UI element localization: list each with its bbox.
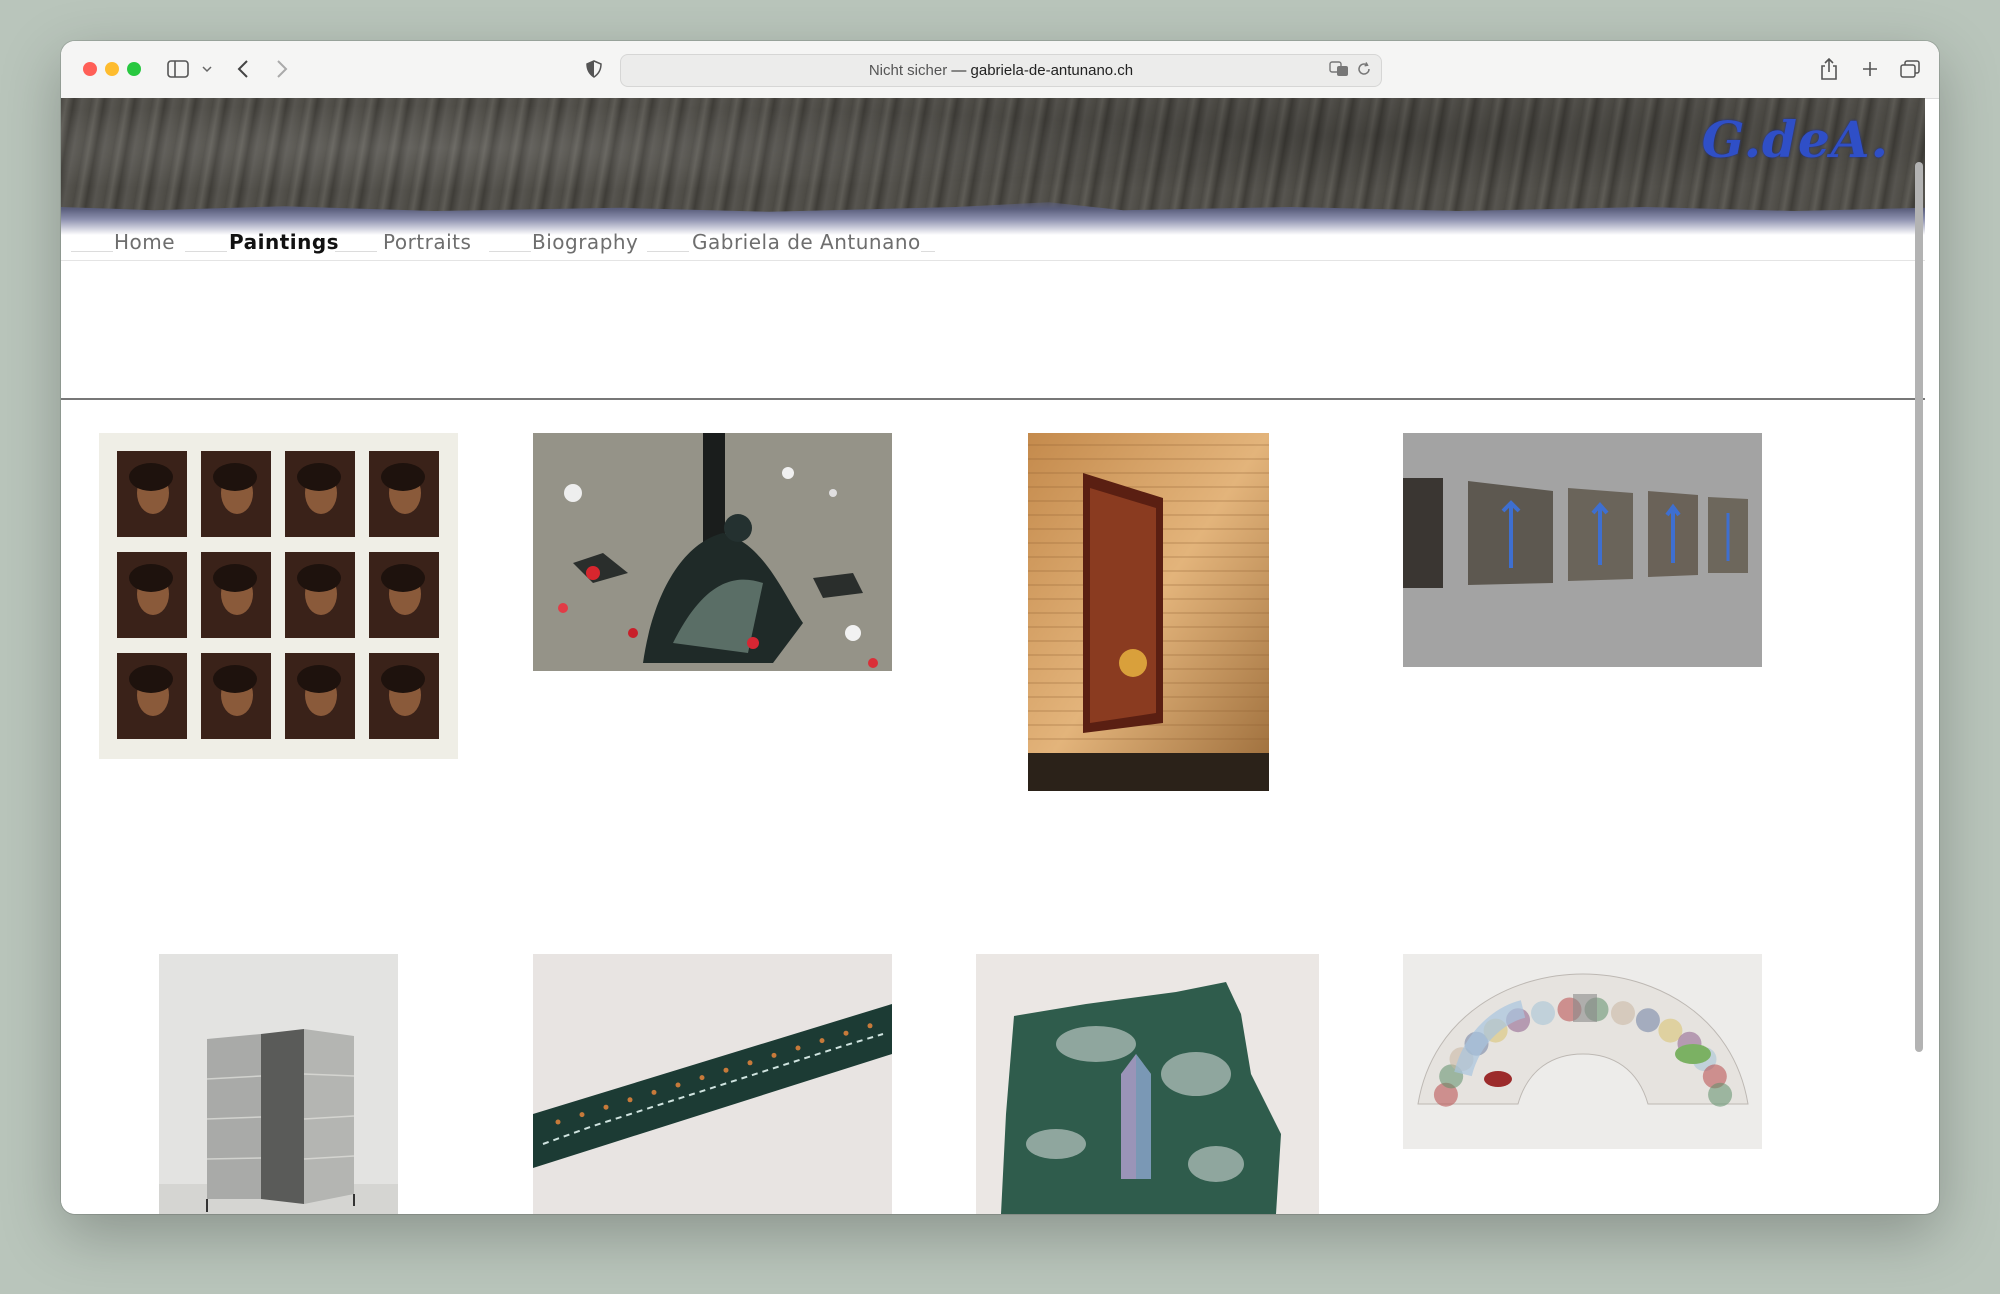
nav-divider [335, 251, 377, 252]
translate-icon[interactable] [1329, 61, 1349, 81]
gallery-thumb-grid-of-portraits[interactable] [99, 433, 458, 759]
nav-divider [921, 251, 935, 252]
address-domain: gabriela-de-antunano.ch [970, 62, 1134, 79]
gallery-thumb-folding-screen[interactable] [159, 954, 398, 1214]
nav-item-paintings[interactable]: Paintings [229, 230, 339, 254]
browser-toolbar: Nicht sicher — gabriela-de-antunano.ch [61, 41, 1939, 99]
back-icon[interactable] [232, 53, 254, 85]
nav-divider [647, 251, 689, 252]
gallery-thumb-pieta-painting[interactable] [533, 433, 892, 671]
nav-divider [489, 251, 531, 252]
forward-icon[interactable] [271, 53, 293, 85]
gallery-thumb-row-of-panels[interactable] [1403, 433, 1762, 667]
address-bar[interactable]: Nicht sicher — gabriela-de-antunano.ch [620, 54, 1382, 87]
sidebar-icon[interactable] [165, 53, 191, 85]
gallery-thumb-diagonal-green-strip[interactable] [533, 954, 892, 1214]
security-status: Nicht sicher [868, 62, 948, 79]
nav-item-home[interactable]: Home [114, 230, 175, 254]
nav-item-artist[interactable]: Gabriela de Antunano [692, 230, 921, 254]
browser-window: Nicht sicher — gabriela-de-antunano.ch G… [61, 41, 1939, 1214]
nav-item-biography[interactable]: Biography [532, 230, 638, 254]
gallery-thumb-green-torn-canvas[interactable] [976, 954, 1319, 1214]
nav-divider [185, 251, 227, 252]
share-icon[interactable] [1817, 53, 1841, 85]
reload-icon[interactable] [1357, 62, 1371, 80]
header-banner: G.deA. [61, 98, 1925, 223]
new-tab-icon[interactable] [1858, 53, 1882, 85]
page-scrollbar[interactable] [1915, 162, 1923, 1052]
web-page: G.deA. Home Paintings Portraits Biograph… [61, 98, 1925, 1214]
zoom-window-button[interactable] [127, 62, 141, 76]
privacy-shield-icon[interactable] [583, 53, 605, 85]
site-logo[interactable]: G.deA. [1702, 110, 1889, 169]
close-window-button[interactable] [83, 62, 97, 76]
main-navigation: Home Paintings Portraits Biography Gabri… [61, 220, 1925, 261]
gallery-thumb-fan-shaped-collage[interactable] [1403, 954, 1762, 1149]
chevron-down-icon[interactable] [200, 53, 214, 85]
minimize-window-button[interactable] [105, 62, 119, 76]
content-divider [61, 398, 1925, 400]
tab-overview-icon[interactable] [1898, 53, 1922, 85]
address-separator: — [947, 62, 971, 79]
nav-item-portraits[interactable]: Portraits [383, 230, 471, 254]
nav-divider [71, 251, 113, 252]
gallery-thumb-canvas-in-brick-corner[interactable] [1028, 433, 1269, 791]
